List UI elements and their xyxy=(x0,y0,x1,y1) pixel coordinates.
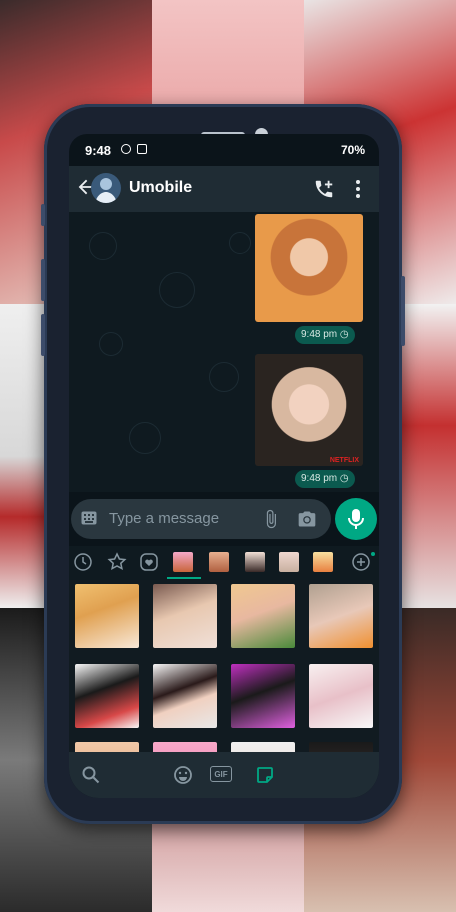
sticker-grid xyxy=(69,580,379,752)
message-composer[interactable]: Type a message xyxy=(71,499,331,539)
side-button xyxy=(41,204,45,226)
gallery-icon xyxy=(137,144,147,154)
sticker-pack-tab[interactable] xyxy=(279,552,299,572)
whatsapp-screen: 9:48 70% Umobile 9:48 pm ◷ NETFLIX 9:48 … xyxy=(69,134,379,798)
add-call-icon[interactable] xyxy=(313,178,335,200)
voice-message-button[interactable] xyxy=(335,498,377,540)
side-button xyxy=(401,276,405,346)
sticker-item[interactable] xyxy=(153,664,217,728)
sticker-item[interactable] xyxy=(309,742,373,752)
keyboard-icon[interactable] xyxy=(81,511,97,525)
sticker-pack-tab[interactable] xyxy=(313,552,333,572)
microphone-icon xyxy=(348,509,364,529)
phone-frame: 9:48 70% Umobile 9:48 pm ◷ NETFLIX 9:48 … xyxy=(41,104,405,824)
message-timestamp: 9:48 pm ◷ xyxy=(295,470,355,488)
avatar[interactable] xyxy=(91,173,121,203)
sticker-item[interactable] xyxy=(309,584,373,648)
sticker-message[interactable]: NETFLIX xyxy=(255,354,363,466)
wallpaper-doodle xyxy=(129,422,161,454)
status-time: 9:48 xyxy=(85,143,112,158)
sticker-pack-tab[interactable] xyxy=(245,552,265,572)
wallpaper-doodle xyxy=(89,232,117,260)
wallpaper-doodle xyxy=(159,272,195,308)
sticker-item[interactable] xyxy=(231,664,295,728)
search-icon[interactable] xyxy=(81,765,101,785)
camera-icon[interactable] xyxy=(297,509,317,529)
side-button xyxy=(41,314,45,356)
sticker-item[interactable] xyxy=(309,664,373,728)
wallpaper-doodle xyxy=(209,362,239,392)
contact-name[interactable]: Umobile xyxy=(129,179,192,197)
sticker-item[interactable] xyxy=(75,664,139,728)
active-tab-indicator xyxy=(167,577,201,579)
new-pack-dot xyxy=(371,552,375,556)
sticker-item[interactable] xyxy=(75,584,139,648)
chat-area: 9:48 pm ◷ NETFLIX 9:48 pm ◷ xyxy=(69,212,379,492)
sticker-tab-icon[interactable] xyxy=(255,765,275,785)
sticker-item[interactable] xyxy=(75,742,139,752)
more-options-icon[interactable] xyxy=(355,178,361,200)
battery-indicator: 70% xyxy=(340,143,365,157)
message-timestamp: 9:48 pm ◷ xyxy=(295,326,355,344)
chat-header: Umobile xyxy=(69,166,379,212)
message-input[interactable]: Type a message xyxy=(109,510,219,527)
sticker-item[interactable] xyxy=(153,584,217,648)
add-sticker-pack-icon[interactable] xyxy=(351,552,371,572)
sticker-watermark: NETFLIX xyxy=(329,457,359,464)
status-bar: 9:48 70% xyxy=(69,134,379,166)
emoji-icon[interactable] xyxy=(173,765,193,785)
sticker-tabs xyxy=(69,546,379,580)
side-button xyxy=(41,259,45,301)
instagram-icon xyxy=(121,144,131,154)
wallpaper-doodle xyxy=(99,332,123,356)
sticker-item[interactable] xyxy=(231,584,295,648)
recent-stickers-icon[interactable] xyxy=(73,552,93,572)
gif-tab[interactable]: GIF xyxy=(210,766,232,782)
sticker-pack-tab[interactable] xyxy=(209,552,229,572)
emoji-panel-bottom-bar: GIF xyxy=(69,752,379,798)
sticker-pack-tab[interactable] xyxy=(173,552,193,572)
favorite-stickers-icon[interactable] xyxy=(107,552,127,572)
sticker-item[interactable] xyxy=(231,742,295,752)
sticker-message[interactable] xyxy=(255,214,363,322)
sticker-item[interactable] xyxy=(153,742,217,752)
heart-stickers-icon[interactable] xyxy=(139,552,159,572)
attachment-icon[interactable] xyxy=(261,508,281,530)
wallpaper-doodle xyxy=(229,232,251,254)
